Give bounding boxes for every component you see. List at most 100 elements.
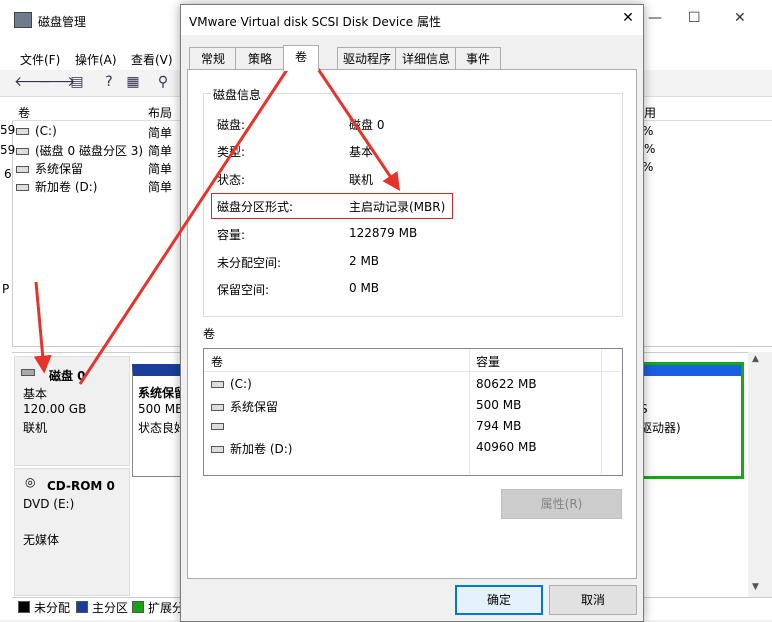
volume-capacity: 500 MB [476, 398, 522, 412]
dialog-title: VMware Virtual disk SCSI Disk Device 属性 [189, 15, 442, 29]
col-capacity[interactable]: 容量 [476, 353, 500, 370]
clipped-text: 6 [4, 167, 12, 181]
info-value: 2 MB [349, 254, 380, 268]
volume-icon [211, 446, 224, 453]
properties-dialog: VMware Virtual disk SCSI Disk Device 属性 … [180, 4, 644, 622]
magnify-icon[interactable]: ⚲ [154, 73, 172, 91]
minimize-icon[interactable]: — [648, 10, 662, 26]
ok-button[interactable]: 确定 [455, 585, 543, 615]
partition-clipped: 驱动器) [640, 421, 681, 435]
menu-action[interactable]: 操作(A) [75, 51, 117, 68]
clipped-text: % [644, 142, 656, 156]
tab-details[interactable]: 详细信息 [395, 47, 457, 70]
tab-general[interactable]: 常规 [189, 47, 237, 70]
info-label: 保留空间: [217, 283, 270, 297]
clipped-text: 59 [0, 143, 16, 157]
disk0-panel[interactable]: 磁盘 0 基本 120.00 GB 联机 [14, 356, 130, 466]
cdrom-name: CD-ROM 0 [47, 479, 115, 493]
info-label: 类型: [217, 145, 246, 159]
close-icon[interactable]: ✕ [734, 10, 746, 26]
info-label: 状态: [217, 173, 246, 187]
volume-name: (C:) [35, 124, 57, 138]
tab-volumes[interactable]: 卷 [283, 45, 319, 71]
cdrom-icon: ◎ [25, 475, 36, 489]
partition-status: 状态良好 [138, 421, 187, 435]
menu-view[interactable]: 查看(V) [131, 51, 173, 68]
volume-icon [16, 148, 29, 155]
cdrom-type: DVD (E:) [23, 497, 75, 511]
list-item[interactable]: (C:) [16, 124, 57, 138]
info-value: 联机 [349, 173, 374, 187]
col-used[interactable]: 用 [644, 104, 656, 121]
volume-icon [16, 166, 29, 173]
back-arrow-icon[interactable]: 🡐 [14, 73, 52, 91]
scrollbar[interactable]: ▲ ▼ [748, 352, 772, 597]
volume-icon [16, 128, 29, 135]
info-value: 基本 [349, 145, 374, 159]
info-value: 0 MB [349, 281, 380, 295]
volume-icon [211, 404, 224, 411]
scroll-up-icon[interactable]: ▲ [752, 354, 759, 364]
disk0-status: 联机 [23, 421, 48, 435]
dialog-titlebar: VMware Virtual disk SCSI Disk Device 属性 … [181, 5, 643, 35]
list-item[interactable]: 系统保留 [211, 398, 278, 415]
legend-unallocated-swatch [18, 601, 30, 613]
tab-policy[interactable]: 策略 [235, 47, 285, 70]
list-item[interactable]: 新加卷 (D:) [211, 440, 292, 457]
legend-unallocated: 未分配 [34, 601, 71, 615]
help-icon[interactable]: ? [100, 73, 118, 91]
volume-icon [211, 423, 224, 430]
info-value: 122879 MB [349, 226, 418, 240]
partition-name: 系统保留 [138, 386, 187, 400]
tab-events[interactable]: 事件 [455, 47, 501, 70]
cdrom-status: 无媒体 [23, 533, 60, 547]
volume-layout: 简单 [148, 144, 173, 158]
disk-icon [21, 369, 35, 376]
clipped-text: P [2, 282, 10, 296]
list-item[interactable]: 系统保留 [16, 160, 83, 177]
app-icon [14, 12, 32, 28]
volume-icon [16, 184, 29, 191]
info-label: 未分配空间: [217, 256, 282, 270]
dialog-volume-list-header [204, 349, 620, 372]
info-value: 磁盘 0 [349, 118, 385, 132]
volume-name: (磁盘 0 磁盘分区 3) [35, 144, 144, 158]
col-volume[interactable]: 卷 [18, 104, 30, 121]
list-item[interactable]: (磁盘 0 磁盘分区 3) [16, 142, 143, 159]
list-item[interactable]: 新加卷 (D:) [16, 178, 97, 195]
volume-icon [211, 381, 224, 388]
menu-file[interactable]: 文件(F) [20, 51, 60, 68]
col-volume[interactable]: 卷 [211, 353, 223, 370]
col-layout[interactable]: 布局 [148, 104, 172, 121]
volume-name: 系统保留 [230, 400, 279, 414]
info-label: 磁盘: [217, 118, 246, 132]
cancel-button[interactable]: 取消 [549, 585, 637, 615]
disk0-type: 基本 [23, 387, 48, 401]
maximize-icon[interactable]: ☐ [688, 10, 701, 26]
list-item[interactable]: (C:) [211, 377, 252, 391]
volume-layout: 简单 [148, 126, 173, 140]
tab-driver[interactable]: 驱动程序 [337, 47, 397, 70]
volume-name: 新加卷 (D:) [230, 442, 293, 456]
volume-layout: 简单 [148, 162, 173, 176]
cdrom-panel[interactable]: ◎ CD-ROM 0 DVD (E:) 无媒体 [14, 468, 130, 596]
console-tree-icon[interactable]: ▤ [68, 73, 86, 91]
list-item[interactable] [211, 419, 230, 433]
legend-primary: 主分区 [92, 601, 129, 615]
window-title: 磁盘管理 [38, 15, 87, 29]
close-icon[interactable]: ✕ [619, 10, 637, 26]
partition-system-reserved[interactable]: 系统保留 500 MB 状态良好 [132, 364, 187, 477]
volume-name: 新加卷 (D:) [35, 180, 98, 194]
clipped-text: 59 [0, 123, 16, 137]
scroll-down-icon[interactable]: ▼ [752, 582, 759, 592]
forward-arrow-icon[interactable]: 🡒 [38, 73, 76, 91]
properties-icon[interactable]: ▦ [124, 73, 142, 91]
volume-name: 系统保留 [35, 162, 84, 176]
legend-extended-swatch [132, 601, 144, 613]
legend-extended: 扩展分 [148, 601, 185, 615]
volume-capacity: 40960 MB [476, 440, 537, 454]
legend-primary-swatch [76, 601, 88, 613]
disk0-name: 磁盘 0 [49, 369, 86, 383]
partition-d[interactable]: S 驱动器) [634, 362, 744, 479]
properties-button[interactable]: 属性(R) [501, 489, 622, 519]
